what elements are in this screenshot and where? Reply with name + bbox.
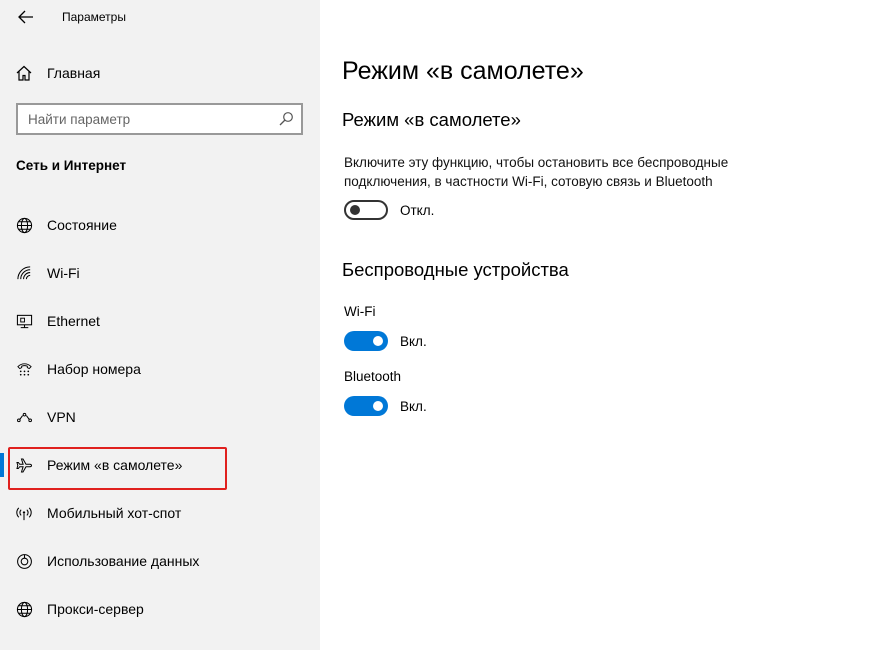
airplane-mode-toggle[interactable] <box>344 200 388 220</box>
sidebar-item-label: Состояние <box>47 217 117 233</box>
app-title: Параметры <box>62 10 126 24</box>
bluetooth-state: Вкл. <box>400 398 427 414</box>
wifi-state: Вкл. <box>400 333 427 349</box>
globe-icon <box>14 599 34 619</box>
toggle-knob <box>373 401 383 411</box>
sidebar-item-label: Прокси-сервер <box>47 601 144 617</box>
sidebar-item-status[interactable]: Состояние <box>0 205 320 245</box>
search-icon[interactable] <box>278 111 294 127</box>
ethernet-icon <box>14 311 34 331</box>
bluetooth-device-label: Bluetooth <box>344 369 402 384</box>
sidebar-item-label: Мобильный хот-спот <box>47 505 182 521</box>
sidebar-item-label: Использование данных <box>47 553 200 569</box>
back-arrow-icon <box>18 10 33 24</box>
sidebar-item-label: Ethernet <box>47 313 100 329</box>
airplane-section-title: Режим «в самолете» <box>342 109 521 130</box>
toggle-knob <box>373 336 383 346</box>
sidebar: Параметры Главная Сеть и Интернет Состоя… <box>0 0 320 650</box>
sidebar-item-hotspot[interactable]: Мобильный хот-спот <box>0 493 320 533</box>
sidebar-item-label: Wi-Fi <box>47 265 80 281</box>
airplane-mode-state: Откл. <box>400 202 435 218</box>
airplane-mode-toggle-row: Откл. <box>344 200 434 220</box>
airplane-description: Включите эту функцию, чтобы остановить в… <box>344 155 729 189</box>
globe-icon <box>14 215 34 235</box>
sidebar-item-ethernet[interactable]: Ethernet <box>0 301 320 341</box>
home-label: Главная <box>47 65 101 81</box>
home-icon <box>14 63 34 83</box>
back-button[interactable] <box>12 4 40 30</box>
sidebar-item-vpn[interactable]: VPN <box>0 397 320 437</box>
wifi-icon <box>14 263 34 283</box>
wifi-toggle-row: Вкл. <box>344 331 427 351</box>
bluetooth-toggle[interactable] <box>344 396 388 416</box>
search-input[interactable] <box>18 111 268 127</box>
wifi-toggle[interactable] <box>344 331 388 351</box>
toggle-knob <box>350 205 360 215</box>
dialup-icon <box>14 359 34 379</box>
wireless-section-title: Беспроводные устройства <box>342 259 569 280</box>
data-usage-icon <box>14 551 34 571</box>
main-content: Режим «в самолете» Режим «в самолете» Вк… <box>320 0 883 650</box>
vpn-icon <box>14 407 34 427</box>
home-nav-item[interactable]: Главная <box>0 58 320 88</box>
sidebar-item-data-usage[interactable]: Использование данных <box>0 541 320 581</box>
highlight-annotation <box>8 447 227 490</box>
section-title: Сеть и Интернет <box>16 158 127 173</box>
page-title: Режим «в самолете» <box>342 57 584 85</box>
sidebar-item-proxy[interactable]: Прокси-сервер <box>0 589 320 629</box>
sidebar-item-label: Набор номера <box>47 361 141 377</box>
sidebar-item-wifi[interactable]: Wi-Fi <box>0 253 320 293</box>
sidebar-item-dialup[interactable]: Набор номера <box>0 349 320 389</box>
sidebar-item-label: VPN <box>47 409 76 425</box>
wifi-device-label: Wi-Fi <box>344 304 376 319</box>
bluetooth-toggle-row: Вкл. <box>344 396 427 416</box>
hotspot-icon <box>14 503 34 523</box>
search-box[interactable] <box>16 103 303 135</box>
